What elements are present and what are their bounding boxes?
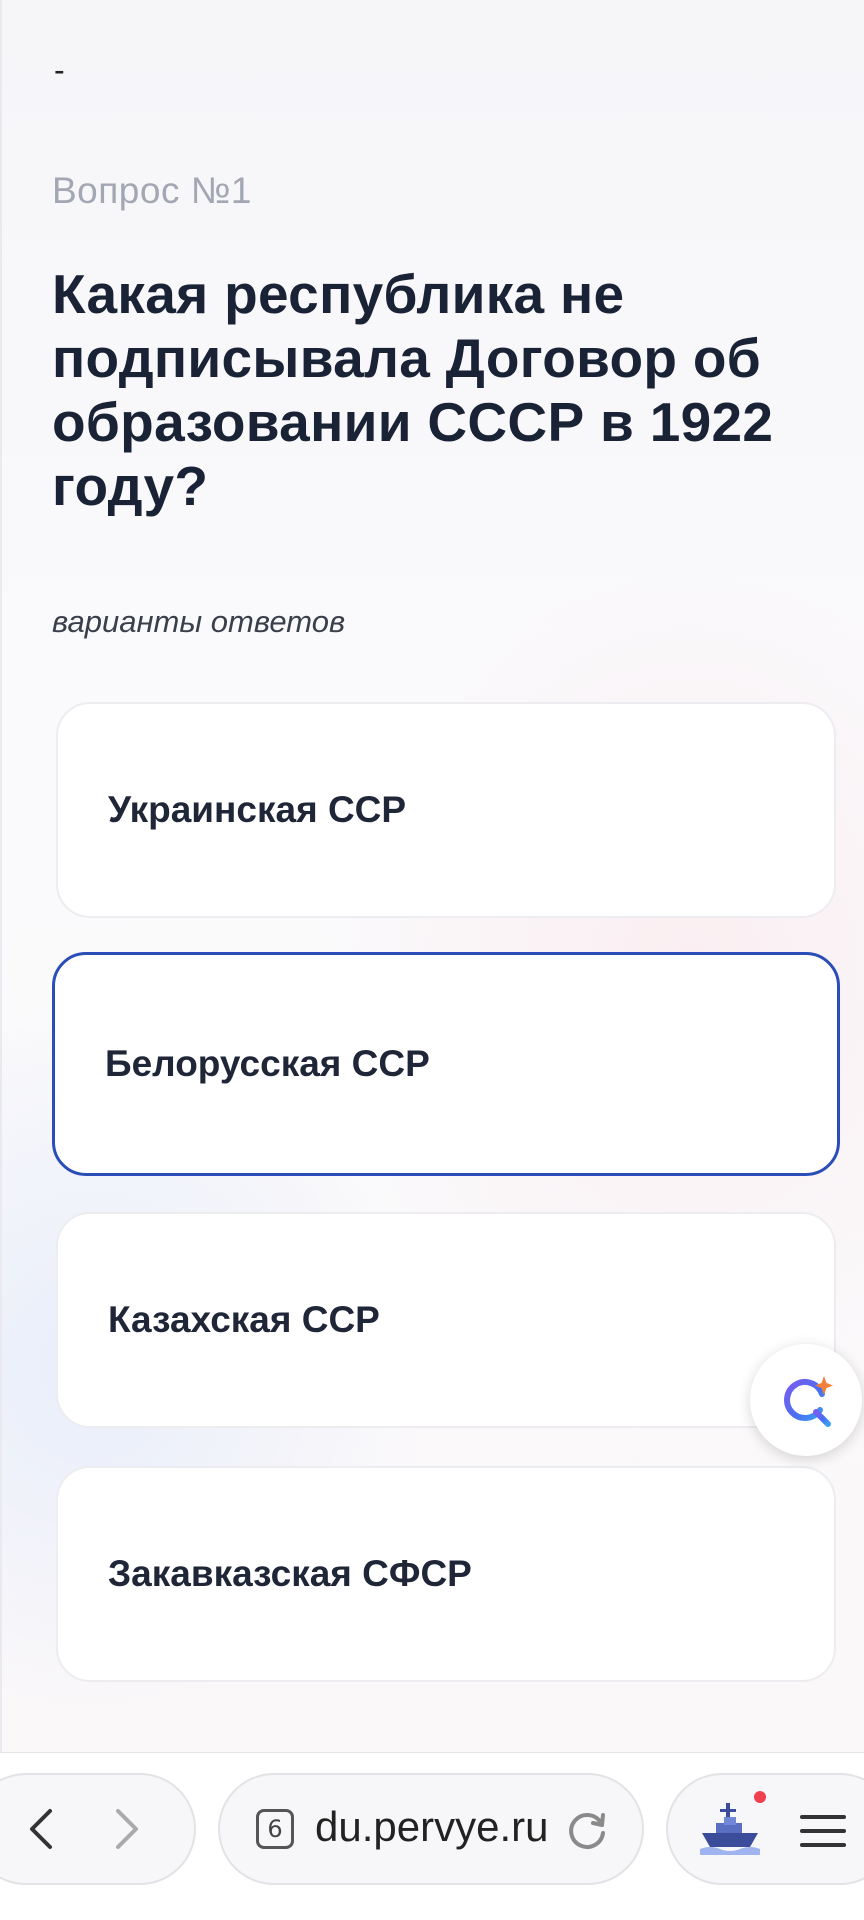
answer-label: Украинская ССР bbox=[108, 789, 407, 830]
answer-option-1[interactable]: Украинская ССР bbox=[56, 702, 836, 918]
answer-label: Закавказская СФСР bbox=[108, 1553, 472, 1594]
url-text: du.pervye.ru bbox=[315, 1803, 549, 1850]
back-arrow-icon[interactable] bbox=[18, 1805, 66, 1853]
assistant-icon bbox=[784, 1376, 833, 1427]
menu-icon[interactable] bbox=[798, 1811, 848, 1851]
question-number: Вопрос №1 bbox=[52, 170, 252, 211]
notification-dot bbox=[754, 1791, 766, 1803]
tab-count-icon[interactable]: 6 bbox=[256, 1809, 294, 1849]
answer-label: Казахская ССР bbox=[108, 1299, 380, 1340]
answer-label: Белорусская ССР bbox=[105, 1043, 430, 1084]
ship-extension-icon[interactable] bbox=[698, 1795, 762, 1859]
answer-option-2-selected[interactable]: Белорусская ССР bbox=[52, 952, 840, 1176]
question-text: Какая республика не подписывала Договор … bbox=[52, 263, 774, 517]
browser-toolbar: 6 du.pervye.ru bbox=[0, 1752, 864, 1920]
address-bar[interactable]: 6 du.pervye.ru bbox=[218, 1773, 644, 1885]
header-dash: - bbox=[54, 52, 65, 88]
navigation-pill bbox=[0, 1773, 196, 1885]
answers-label: варианты ответов bbox=[52, 604, 346, 639]
forward-arrow-icon[interactable] bbox=[102, 1805, 150, 1853]
answer-option-4[interactable]: Закавказская СФСР bbox=[56, 1466, 836, 1682]
reload-icon[interactable] bbox=[565, 1809, 609, 1853]
menu-pill bbox=[666, 1773, 864, 1885]
answer-option-3[interactable]: Казахская ССР bbox=[56, 1212, 836, 1428]
assistant-button[interactable] bbox=[750, 1344, 862, 1456]
quiz-page: - Вопрос №1 Какая республика не подписыв… bbox=[0, 0, 864, 1752]
